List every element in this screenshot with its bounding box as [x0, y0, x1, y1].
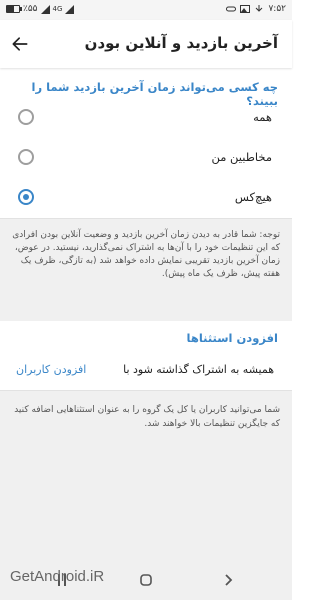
clock: ۷:۵۲: [268, 4, 286, 14]
download-icon: [256, 5, 263, 12]
radio-label: مخاطبین من: [211, 150, 272, 164]
app-bar: آخرین بازدید و آنلاین بودن: [0, 20, 292, 68]
info-text: توجه: شما قادر به دیدن زمان آخرین بازدید…: [12, 230, 280, 279]
exceptions-section: افزودن استثناها همیشه به اشتراک گذاشته ش…: [0, 321, 292, 389]
info-box: توجه: شما قادر به دیدن زمان آخرین بازدید…: [0, 218, 292, 322]
radio-button[interactable]: [18, 109, 34, 125]
arrow-left-icon[interactable]: [10, 34, 30, 54]
photo-icon: [240, 5, 251, 13]
status-bar-right: ۷:۵۲: [226, 4, 286, 14]
radio-option-nobody[interactable]: هیچ‌کس: [0, 180, 292, 220]
battery-icon: [6, 5, 22, 13]
radio-option-everybody[interactable]: همه: [0, 100, 292, 140]
exceptions-info-box: شما می‌توانید کاربران یا کل یک گروه را ب…: [0, 390, 292, 561]
battery-percent: ٪۵۵: [23, 4, 38, 14]
watermark: GetAndroid.iR: [10, 568, 105, 585]
status-bar-left: ٪۵۵ 4G: [6, 4, 75, 14]
status-bar: ٪۵۵ 4G ۷:۵۲: [0, 0, 292, 20]
radio-option-my-contacts[interactable]: مخاطبین من: [0, 140, 292, 180]
radio-label: هیچ‌کس: [234, 190, 272, 204]
always-share-label[interactable]: همیشه به اشتراک گذاشته شود با: [123, 363, 274, 376]
back-nav-icon[interactable]: [220, 572, 236, 588]
add-users-button[interactable]: افزودن کاربران: [16, 363, 86, 376]
radio-button[interactable]: [18, 189, 34, 205]
section-title-exceptions: افزودن استثناها: [186, 331, 278, 345]
network-type: 4G: [52, 5, 63, 13]
radio-label: همه: [253, 110, 272, 124]
home-icon[interactable]: [138, 572, 154, 588]
link-icon: [226, 6, 237, 12]
signal-icon: [65, 4, 75, 14]
page-title: آخرین بازدید و آنلاین بودن: [84, 34, 278, 52]
radio-button[interactable]: [18, 149, 34, 165]
exceptions-info-text: شما می‌توانید کاربران یا کل یک گروه را ب…: [14, 405, 280, 429]
signal-icon: [40, 4, 50, 14]
